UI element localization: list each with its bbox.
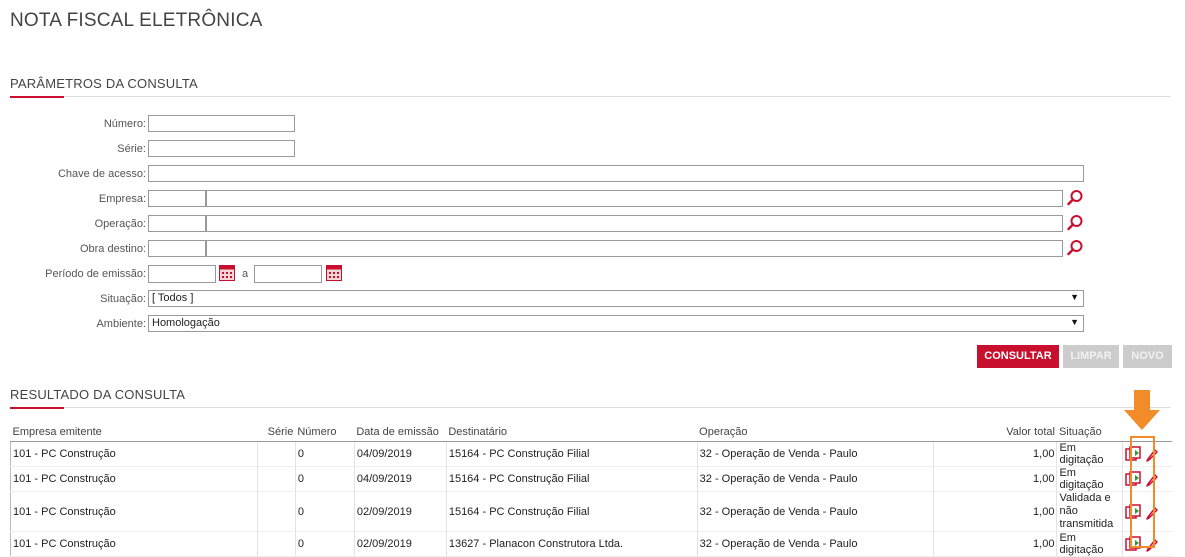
cell-numero: 0 (294, 531, 355, 557)
cell-destinatario: 13627 - Planacon Construtora Ltda. (445, 531, 698, 557)
cell-operacao: 32 - Operação de Venda - Paulo (696, 491, 934, 532)
cell-numero: 0 (294, 466, 355, 492)
operacao-code-input[interactable] (148, 215, 206, 232)
cell-situacao: Em digitação (1056, 441, 1123, 467)
col-empresa[interactable]: Empresa emitente (10, 423, 258, 442)
cell-situacao: Em digitação (1056, 531, 1123, 557)
page-title: NOTA FISCAL ELETRÔNICA (10, 10, 263, 31)
cell-serie (256, 531, 296, 557)
cell-data: 02/09/2019 (353, 531, 447, 557)
results-accent (10, 407, 64, 409)
situacao-select[interactable]: [ Todos ] ▼ (148, 290, 1084, 307)
situacao-dropdown-icon: ▼ (1070, 292, 1079, 302)
cell-valor: 1,00 (932, 441, 1057, 467)
cell-operacao: 32 - Operação de Venda - Paulo (696, 441, 934, 467)
situacao-value: [ Todos ] (152, 292, 194, 304)
ambiente-select[interactable]: Homologação ▼ (148, 315, 1084, 332)
numero-label: Número: (103, 118, 146, 130)
empresa-label: Empresa: (98, 193, 146, 205)
periodo-inicio-input[interactable] (148, 265, 216, 283)
serie-label: Série: (117, 143, 146, 155)
periodo-separator: a (242, 268, 249, 280)
cell-valor: 1,00 (932, 531, 1057, 557)
results-table: Empresa emitente Série Número Data de em… (10, 423, 1172, 557)
results-divider (10, 407, 1171, 408)
col-situacao[interactable]: Situação (1056, 423, 1123, 442)
situacao-label: Situação: (100, 293, 146, 305)
empresa-code-input[interactable] (148, 190, 206, 207)
periodo-fim-input[interactable] (254, 265, 322, 283)
params-section-title: PARÂMETROS DA CONSULTA (10, 76, 198, 91)
obra-name-input[interactable] (206, 240, 1063, 257)
chave-label: Chave de acesso: (57, 168, 146, 180)
empresa-search-icon[interactable] (1066, 189, 1084, 207)
params-accent (10, 96, 64, 98)
params-divider (10, 96, 1171, 97)
results-section-title: RESULTADO DA CONSULTA (10, 387, 186, 402)
cell-situacao: Validada e não transmitida (1056, 491, 1123, 532)
results-header-row: Empresa emitente Série Número Data de em… (10, 423, 1172, 442)
numero-input[interactable] (148, 115, 295, 132)
cell-numero: 0 (294, 441, 355, 467)
cell-valor: 1,00 (932, 466, 1057, 492)
table-row[interactable]: 101 - PC Construção 0 04/09/2019 15164 -… (10, 441, 1172, 467)
cell-data: 04/09/2019 (353, 441, 447, 467)
col-serie[interactable]: Série (257, 423, 296, 442)
col-numero[interactable]: Número (295, 423, 355, 442)
cell-serie (256, 491, 296, 532)
col-operacao[interactable]: Operação (697, 423, 934, 442)
cell-operacao: 32 - Operação de Venda - Paulo (696, 531, 934, 557)
cell-empresa: 101 - PC Construção (10, 531, 258, 557)
cell-destinatario: 15164 - PC Construção Filial (445, 466, 698, 492)
ambiente-label: Ambiente: (96, 318, 146, 330)
cell-valor: 1,00 (932, 491, 1057, 532)
cell-serie (256, 466, 296, 492)
cell-situacao: Em digitação (1056, 466, 1123, 492)
operacao-label: Operação: (94, 218, 146, 230)
limpar-button[interactable]: LIMPAR (1063, 345, 1119, 368)
cell-destinatario: 15164 - PC Construção Filial (445, 491, 698, 532)
ambiente-dropdown-icon: ▼ (1070, 317, 1079, 327)
table-row[interactable]: 101 - PC Construção 0 04/09/2019 15164 -… (10, 466, 1172, 492)
ambiente-value: Homologação (152, 317, 220, 329)
col-valor[interactable]: Valor total (933, 423, 1057, 442)
col-data[interactable]: Data de emissão (354, 423, 447, 442)
novo-button[interactable]: NOVO (1123, 345, 1172, 368)
obra-label: Obra destino: (79, 243, 146, 255)
calendar-inicio-icon[interactable] (219, 265, 235, 281)
cell-empresa: 101 - PC Construção (10, 491, 258, 532)
highlight-box (1130, 436, 1155, 548)
consultar-button[interactable]: CONSULTAR (977, 345, 1059, 368)
periodo-label: Período de emissão: (45, 268, 146, 280)
obra-code-input[interactable] (148, 240, 206, 257)
cell-operacao: 32 - Operação de Venda - Paulo (696, 466, 934, 492)
cell-destinatario: 15164 - PC Construção Filial (445, 441, 698, 467)
operacao-name-input[interactable] (206, 215, 1063, 232)
cell-empresa: 101 - PC Construção (10, 466, 258, 492)
cell-empresa: 101 - PC Construção (10, 441, 258, 467)
cell-data: 04/09/2019 (353, 466, 447, 492)
empresa-name-input[interactable] (206, 190, 1063, 207)
cell-numero: 0 (294, 491, 355, 532)
table-row[interactable]: 101 - PC Construção 0 02/09/2019 15164 -… (10, 491, 1172, 532)
arrow-down-icon (1124, 390, 1160, 430)
cell-serie (256, 441, 296, 467)
table-row[interactable]: 101 - PC Construção 0 02/09/2019 13627 -… (10, 531, 1172, 557)
obra-search-icon[interactable] (1066, 239, 1084, 257)
cell-data: 02/09/2019 (353, 491, 447, 532)
operacao-search-icon[interactable] (1066, 214, 1084, 232)
serie-input[interactable] (148, 140, 295, 157)
calendar-fim-icon[interactable] (326, 265, 342, 281)
chave-acesso-input[interactable] (148, 165, 1084, 182)
col-destinatario[interactable]: Destinatário (446, 423, 698, 442)
